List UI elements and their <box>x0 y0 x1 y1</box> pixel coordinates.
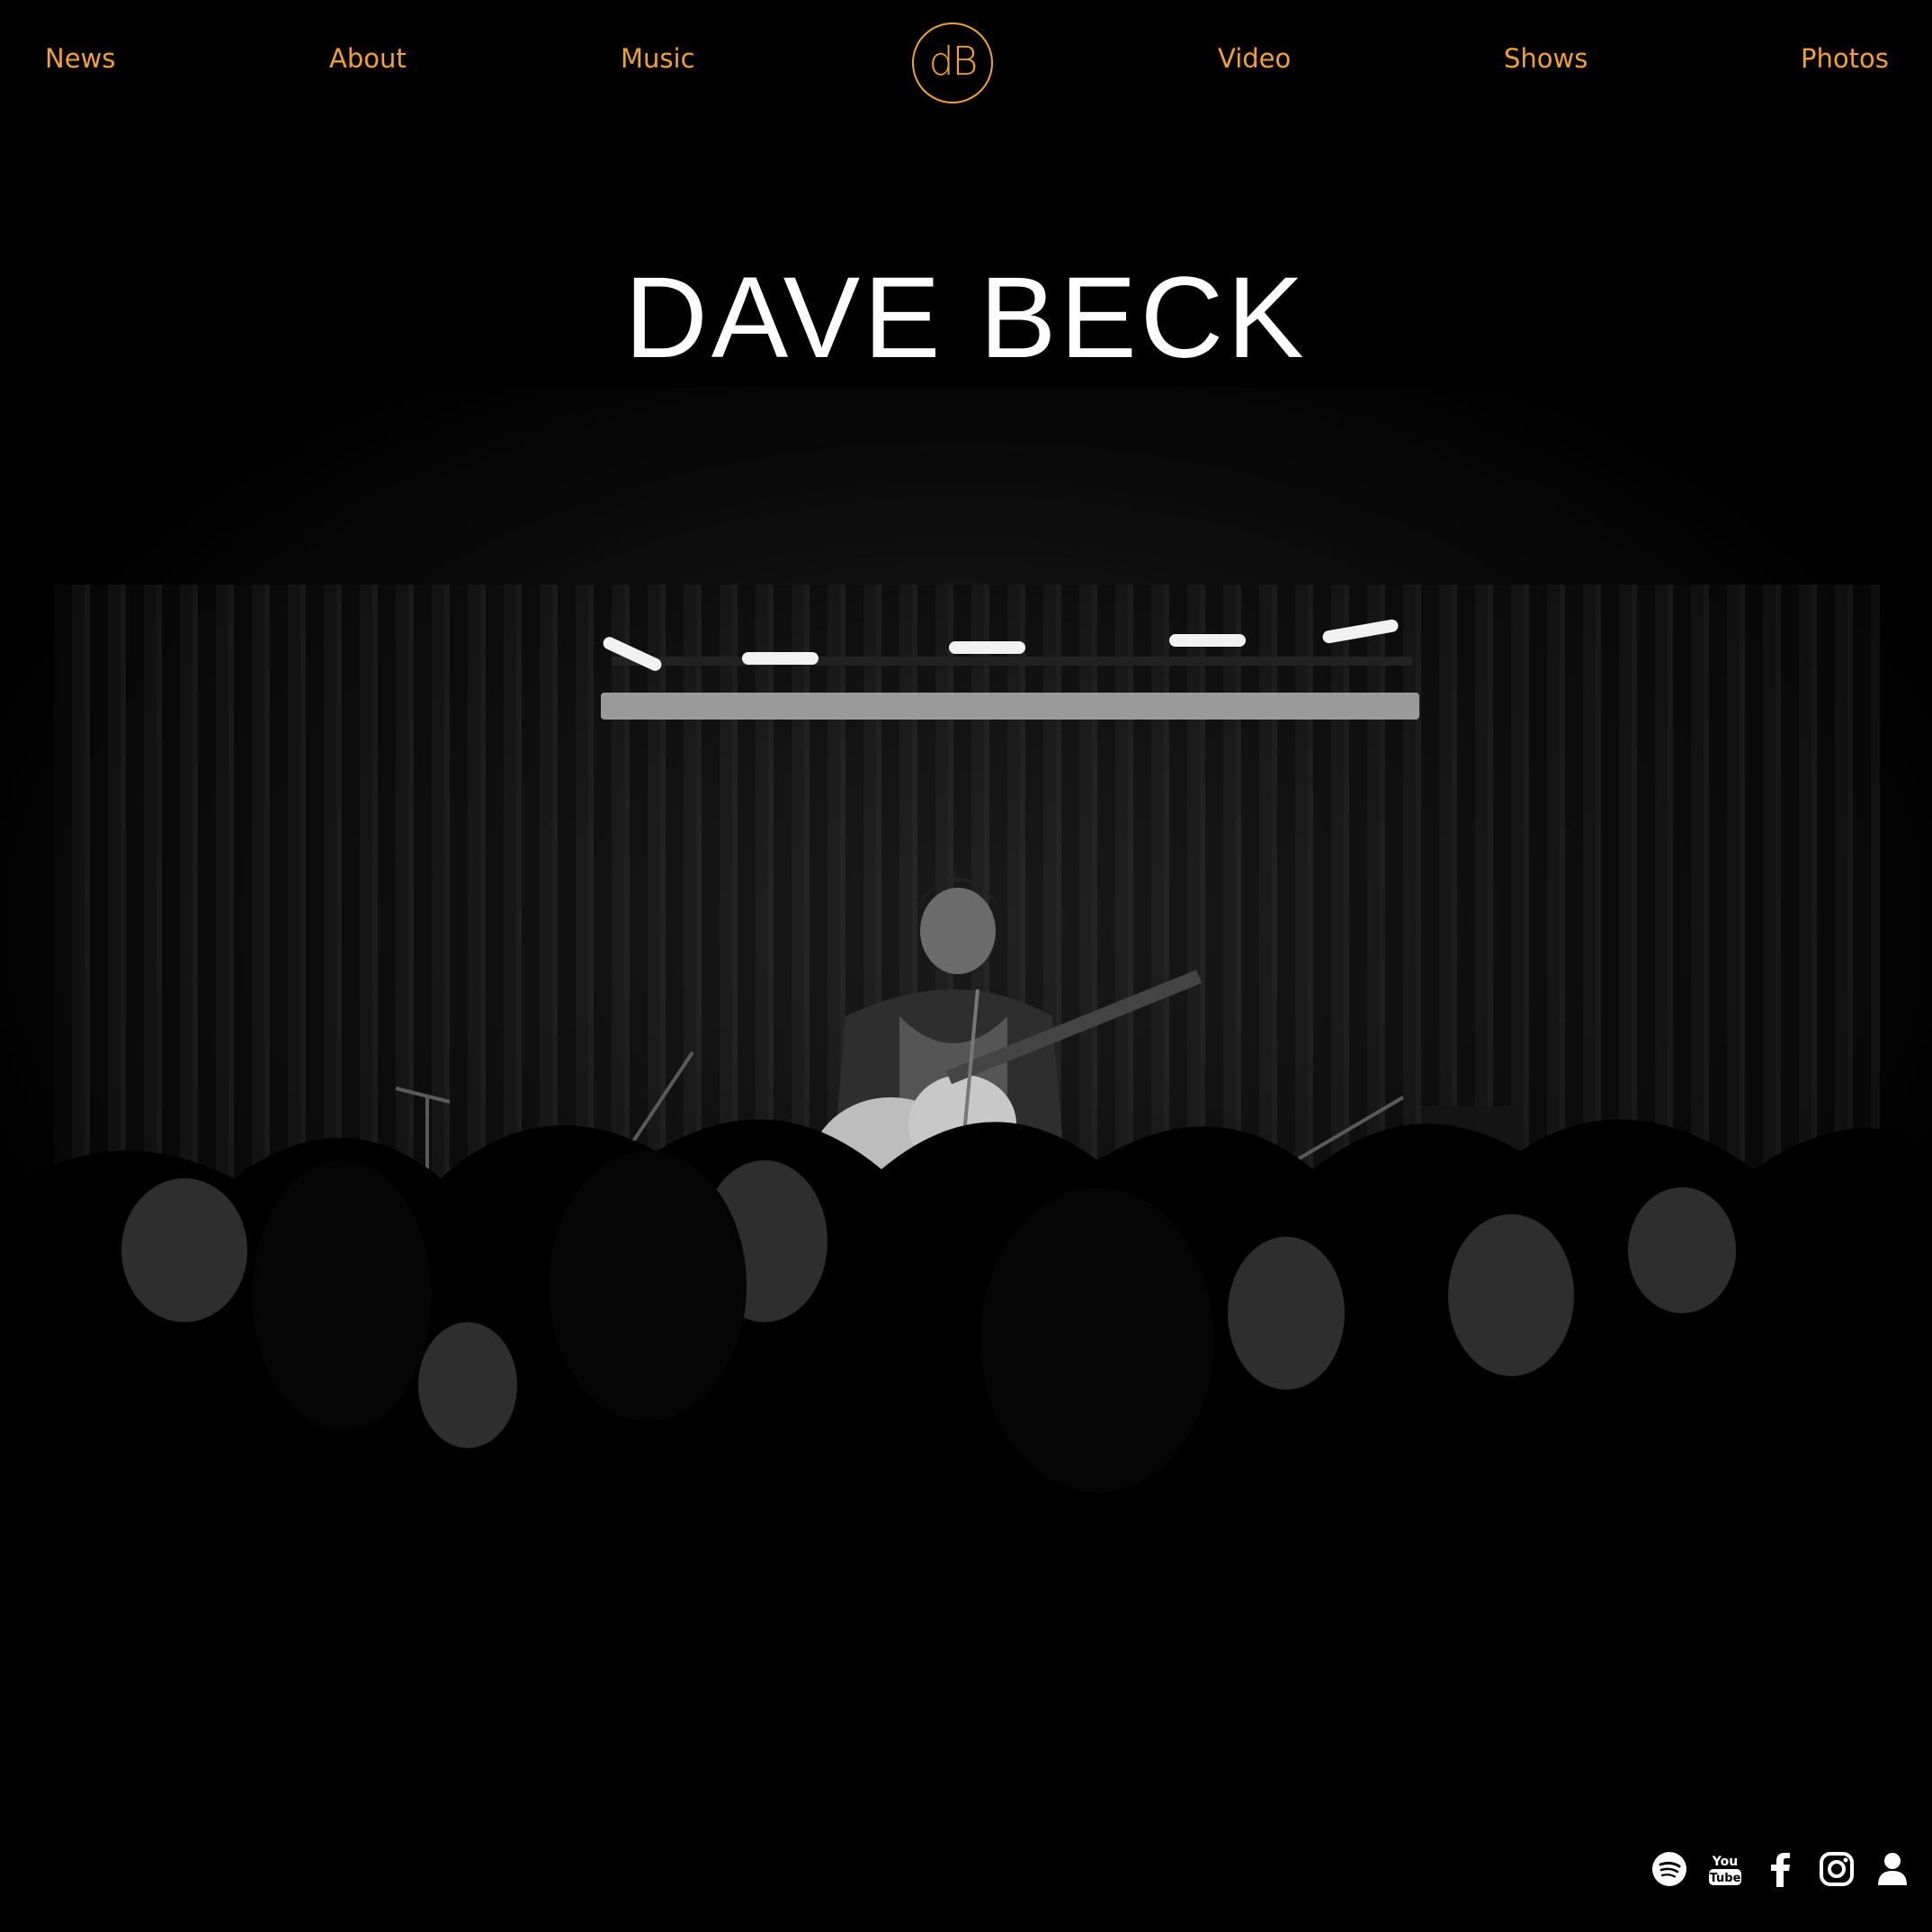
instagram-icon[interactable] <box>1819 1849 1855 1889</box>
youtube-icon[interactable]: You Tube <box>1707 1849 1743 1889</box>
site-logo[interactable]: dB <box>912 22 993 103</box>
nav-video[interactable]: Video <box>1218 43 1291 74</box>
nav-photos[interactable]: Photos <box>1801 43 1889 74</box>
facebook-icon[interactable] <box>1763 1849 1799 1889</box>
social-links: You Tube <box>1651 1849 1910 1889</box>
nav-shows[interactable]: Shows <box>1504 43 1588 74</box>
stage-photo <box>0 387 1932 1583</box>
user-icon[interactable] <box>1874 1849 1910 1889</box>
svg-text:Tube: Tube <box>1710 1872 1741 1885</box>
spotify-icon[interactable] <box>1651 1849 1687 1889</box>
top-nav: News About Music dB Video Shows Photos <box>0 0 1932 126</box>
logo-text: dB <box>928 38 979 85</box>
nav-about[interactable]: About <box>329 43 407 74</box>
page-title: DAVE BECK <box>624 254 1308 382</box>
nav-news[interactable]: News <box>45 43 115 74</box>
svg-text:You: You <box>1712 1855 1738 1869</box>
hero-photo <box>0 387 1932 1583</box>
nav-music[interactable]: Music <box>621 43 695 74</box>
